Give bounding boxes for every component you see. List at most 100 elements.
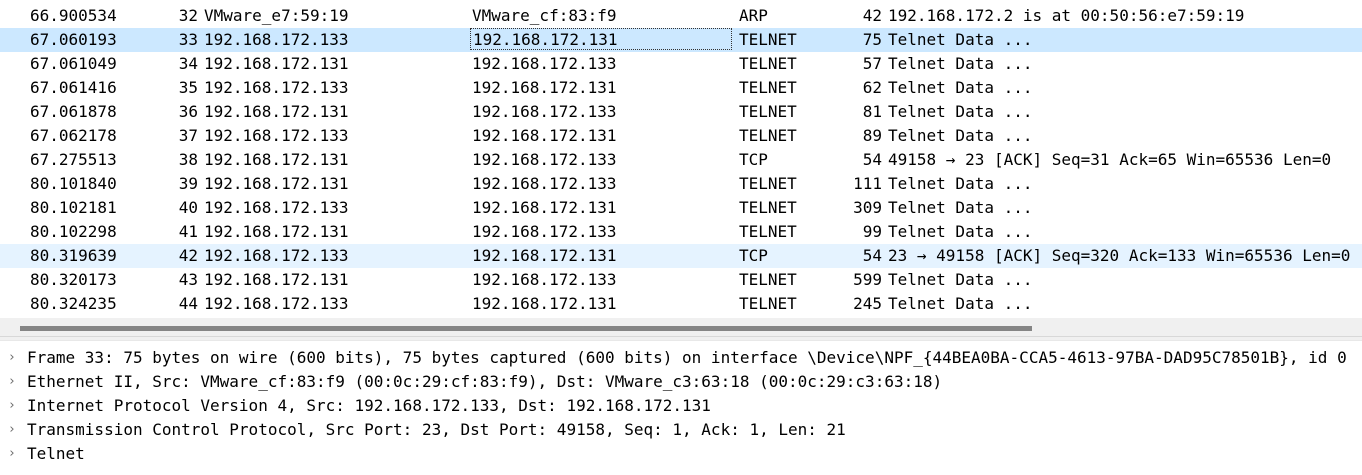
packet-protocol: TELNET [739, 102, 797, 121]
detail-tree-item-ip[interactable]: › Internet Protocol Version 4, Src: 192.… [0, 394, 1362, 418]
packet-protocol: TELNET [739, 198, 797, 217]
packet-length: 111 [853, 174, 882, 193]
detail-tree-item-label: Ethernet II, Src: VMware_cf:83:f9 (00:0c… [27, 372, 943, 391]
packet-row[interactable]: 80.102298 41 192.168.172.131 192.168.172… [0, 220, 1362, 244]
packet-info: Telnet Data ... [888, 102, 1033, 121]
expand-right-icon[interactable]: › [4, 442, 20, 466]
packet-destination: 192.168.172.133 [472, 174, 617, 193]
packet-source: 192.168.172.131 [204, 174, 349, 193]
packet-length: 54 [862, 246, 882, 265]
packet-protocol: TELNET [739, 54, 797, 73]
packet-number: 42 [178, 246, 198, 265]
packet-info: 192.168.172.2 is at 00:50:56:e7:59:19 [888, 6, 1245, 25]
packet-row[interactable]: 80.324235 44 192.168.172.133 192.168.172… [0, 292, 1362, 316]
packet-row[interactable]: 67.061878 36 192.168.172.131 192.168.172… [0, 100, 1362, 124]
packet-length: 245 [853, 294, 882, 313]
packet-number: 40 [178, 198, 198, 217]
packet-protocol: TELNET [739, 222, 797, 241]
packet-info: Telnet Data ... [888, 54, 1033, 73]
packet-destination: 192.168.172.133 [472, 270, 617, 289]
detail-tree-item-label: Frame 33: 75 bytes on wire (600 bits), 7… [27, 348, 1347, 367]
packet-protocol: TELNET [739, 30, 797, 49]
packet-destination: 192.168.172.133 [472, 222, 617, 241]
packet-row[interactable]: 80.101840 39 192.168.172.131 192.168.172… [0, 172, 1362, 196]
packet-protocol: TELNET [739, 174, 797, 193]
packet-info: Telnet Data ... [888, 126, 1033, 145]
packet-length: 309 [853, 198, 882, 217]
packet-row[interactable]: 67.061416 35 192.168.172.133 192.168.172… [0, 76, 1362, 100]
packet-destination: 192.168.172.133 [472, 150, 617, 169]
packet-length: 89 [862, 126, 882, 145]
packet-source: 192.168.172.131 [204, 270, 349, 289]
packet-destination-focused-cell[interactable]: 192.168.172.131 [470, 28, 732, 50]
horizontal-scrollbar[interactable] [0, 318, 1362, 336]
packet-info: 49158 → 23 [ACK] Seq=31 Ack=65 Win=65536… [888, 150, 1332, 169]
packet-info: 23 → 49158 [ACK] Seq=320 Ack=133 Win=655… [888, 246, 1351, 265]
packet-info: Telnet Data ... [888, 270, 1033, 289]
packet-destination: 192.168.172.133 [472, 102, 617, 121]
expand-right-icon[interactable]: › [4, 418, 20, 442]
packet-info: Telnet Data ... [888, 198, 1033, 217]
packet-source: 192.168.172.133 [204, 198, 349, 217]
packet-number: 41 [178, 222, 198, 241]
detail-tree-item-label: Telnet [27, 444, 85, 463]
packet-source: 192.168.172.131 [204, 222, 349, 241]
packet-info: Telnet Data ... [888, 294, 1033, 313]
packet-protocol: TELNET [739, 78, 797, 97]
packet-number: 35 [178, 78, 198, 97]
packet-protocol: TELNET [739, 294, 797, 313]
packet-number: 34 [178, 54, 198, 73]
packet-number: 36 [178, 102, 198, 121]
packet-protocol: ARP [739, 6, 768, 25]
packet-number: 33 [178, 30, 198, 49]
packet-source: 192.168.172.131 [204, 150, 349, 169]
packet-destination: 192.168.172.131 [472, 246, 617, 265]
expand-right-icon[interactable]: › [4, 394, 20, 418]
packet-list[interactable]: 66.900534 32 VMware_e7:59:19 VMware_cf:8… [0, 0, 1362, 318]
packet-source: VMware_e7:59:19 [204, 6, 349, 25]
packet-row[interactable]: 66.900534 32 VMware_e7:59:19 VMware_cf:8… [0, 4, 1362, 28]
packet-source: 192.168.172.131 [204, 54, 349, 73]
packet-row[interactable]: 80.102181 40 192.168.172.133 192.168.172… [0, 196, 1362, 220]
packet-row-selected[interactable]: 67.060193 33 192.168.172.133 192.168.172… [0, 28, 1362, 52]
packet-number: 43 [178, 270, 198, 289]
horizontal-scrollbar-thumb[interactable] [20, 326, 1032, 331]
packet-length: 99 [862, 222, 882, 241]
packet-length: 599 [853, 270, 882, 289]
packet-destination: 192.168.172.133 [472, 54, 617, 73]
detail-tree-item-label: Internet Protocol Version 4, Src: 192.16… [27, 396, 711, 415]
packet-protocol: TCP [739, 150, 768, 169]
detail-tree-item-ethernet[interactable]: › Ethernet II, Src: VMware_cf:83:f9 (00:… [0, 370, 1362, 394]
packet-length: 42 [862, 6, 882, 25]
packet-row[interactable]: 67.062178 37 192.168.172.133 192.168.172… [0, 124, 1362, 148]
packet-length: 57 [862, 54, 882, 73]
packet-info: Telnet Data ... [888, 78, 1033, 97]
expand-right-icon[interactable]: › [4, 370, 20, 394]
packet-source: 192.168.172.131 [204, 102, 349, 121]
packet-destination: 192.168.172.131 [472, 294, 617, 313]
packet-source: 192.168.172.133 [204, 294, 349, 313]
detail-tree-item-frame[interactable]: › Frame 33: 75 bytes on wire (600 bits),… [0, 346, 1362, 370]
packet-length: 54 [862, 150, 882, 169]
packet-row[interactable]: 80.320173 43 192.168.172.131 192.168.172… [0, 268, 1362, 292]
packet-number: 37 [178, 126, 198, 145]
packet-destination: VMware_cf:83:f9 [472, 6, 617, 25]
detail-tree-item-label: Transmission Control Protocol, Src Port:… [27, 420, 846, 439]
detail-tree-item-telnet[interactable]: › Telnet [0, 442, 1362, 466]
expand-right-icon[interactable]: › [4, 346, 20, 370]
packet-row[interactable]: 67.275513 38 192.168.172.131 192.168.172… [0, 148, 1362, 172]
packet-source: 192.168.172.133 [204, 246, 349, 265]
detail-tree-item-tcp[interactable]: › Transmission Control Protocol, Src Por… [0, 418, 1362, 442]
packet-details-pane[interactable]: › Frame 33: 75 bytes on wire (600 bits),… [0, 342, 1362, 475]
packet-protocol: TELNET [739, 126, 797, 145]
packet-number: 44 [178, 294, 198, 313]
packet-source: 192.168.172.133 [204, 30, 349, 49]
packet-row[interactable]: 67.061049 34 192.168.172.131 192.168.172… [0, 52, 1362, 76]
packet-destination: 192.168.172.131 [472, 78, 617, 97]
packet-number: 39 [178, 174, 198, 193]
packet-row-highlighted[interactable]: 80.319639 42 192.168.172.133 192.168.172… [0, 244, 1362, 268]
packet-source: 192.168.172.133 [204, 126, 349, 145]
pane-splitter[interactable] [0, 336, 1362, 341]
packet-info: Telnet Data ... [888, 222, 1033, 241]
packet-length: 62 [862, 78, 882, 97]
